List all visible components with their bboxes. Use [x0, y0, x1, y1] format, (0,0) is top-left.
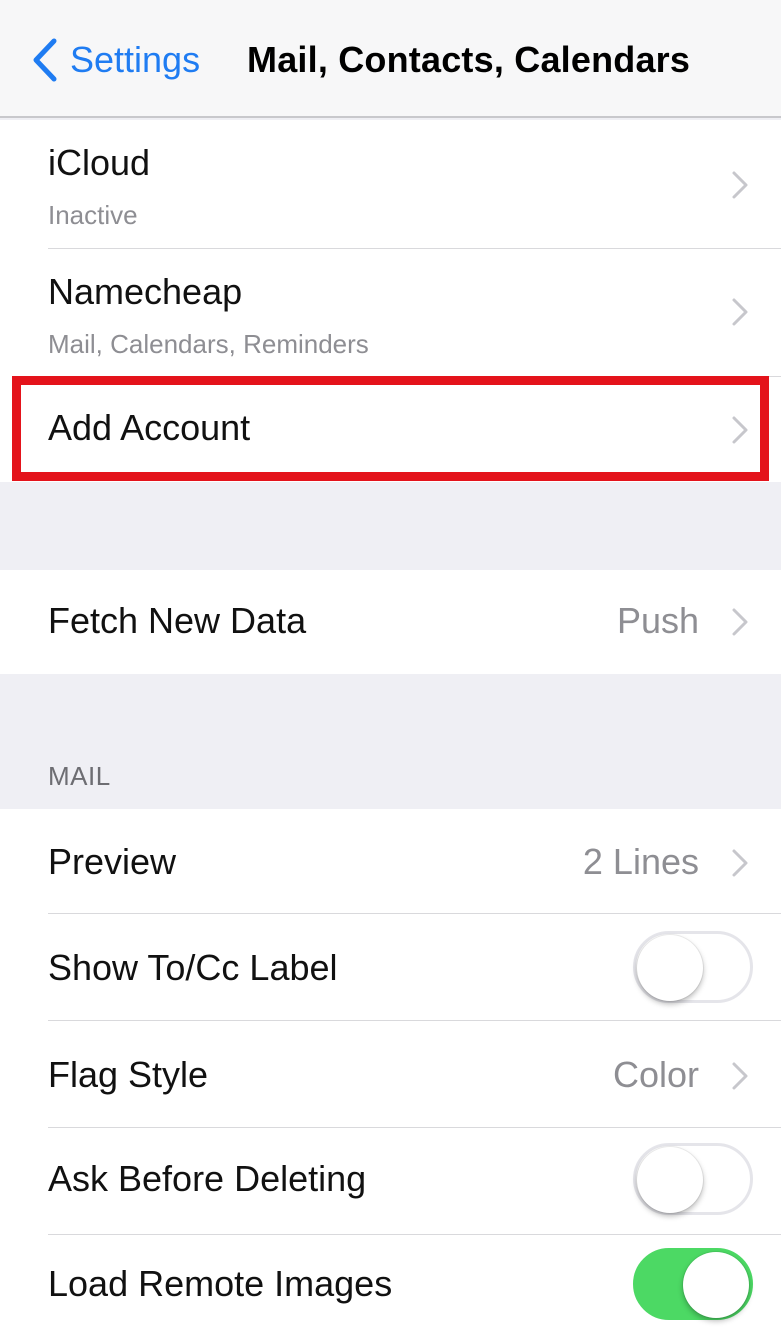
fetch-new-data-label: Fetch New Data — [48, 600, 307, 641]
chevron-right-icon — [732, 416, 748, 444]
navigation-bar: Settings Mail, Contacts, Calendars — [0, 0, 781, 118]
toggle-knob — [637, 935, 703, 1001]
back-button[interactable]: Settings — [30, 30, 200, 90]
chevron-right-icon — [732, 608, 748, 636]
account-cell-namecheap[interactable]: Namecheap Mail, Calendars, Reminders — [0, 249, 781, 376]
load-remote-images-toggle[interactable] — [633, 1248, 753, 1320]
chevron-left-icon — [33, 38, 57, 82]
ask-before-deleting-label: Ask Before Deleting — [48, 1158, 367, 1199]
account-subtitle: Mail, Calendars, Reminders — [48, 329, 369, 359]
flag-style-label: Flag Style — [48, 1054, 209, 1095]
add-account-cell[interactable]: Add Account — [0, 377, 781, 481]
preview-label: Preview — [48, 841, 177, 882]
section-header-mail: MAIL — [48, 761, 111, 791]
fetch-new-data-value: Push — [616, 600, 699, 641]
ask-before-deleting-cell: Ask Before Deleting — [0, 1128, 781, 1234]
chevron-right-icon — [732, 849, 748, 877]
preview-cell[interactable]: Preview 2 Lines — [0, 809, 781, 913]
preview-value: 2 Lines — [582, 841, 699, 882]
load-remote-images-cell: Load Remote Images — [0, 1235, 781, 1327]
show-to-cc-label: Show To/Cc Label — [48, 947, 338, 988]
show-to-cc-toggle[interactable] — [633, 931, 753, 1003]
add-account-label: Add Account — [48, 407, 251, 448]
toggle-knob — [683, 1252, 749, 1318]
show-to-cc-cell: Show To/Cc Label — [0, 914, 781, 1020]
account-subtitle: Inactive — [48, 200, 138, 230]
toggle-knob — [637, 1147, 703, 1213]
ask-before-deleting-toggle[interactable] — [633, 1143, 753, 1215]
chevron-right-icon — [732, 298, 748, 326]
flag-style-cell[interactable]: Flag Style Color — [0, 1021, 781, 1127]
load-remote-images-label: Load Remote Images — [48, 1263, 393, 1304]
page-title: Mail, Contacts, Calendars — [247, 39, 691, 80]
settings-screen: Settings Mail, Contacts, Calendars iClou… — [0, 0, 781, 1327]
account-title: iCloud — [48, 142, 151, 183]
fetch-new-data-cell[interactable]: Fetch New Data Push — [0, 570, 781, 674]
flag-style-value: Color — [612, 1054, 699, 1095]
account-cell-icloud[interactable]: iCloud Inactive — [0, 120, 781, 248]
chevron-right-icon — [732, 171, 748, 199]
account-title: Namecheap — [48, 271, 243, 312]
chevron-right-icon — [732, 1062, 748, 1090]
back-button-label: Settings — [70, 39, 201, 80]
